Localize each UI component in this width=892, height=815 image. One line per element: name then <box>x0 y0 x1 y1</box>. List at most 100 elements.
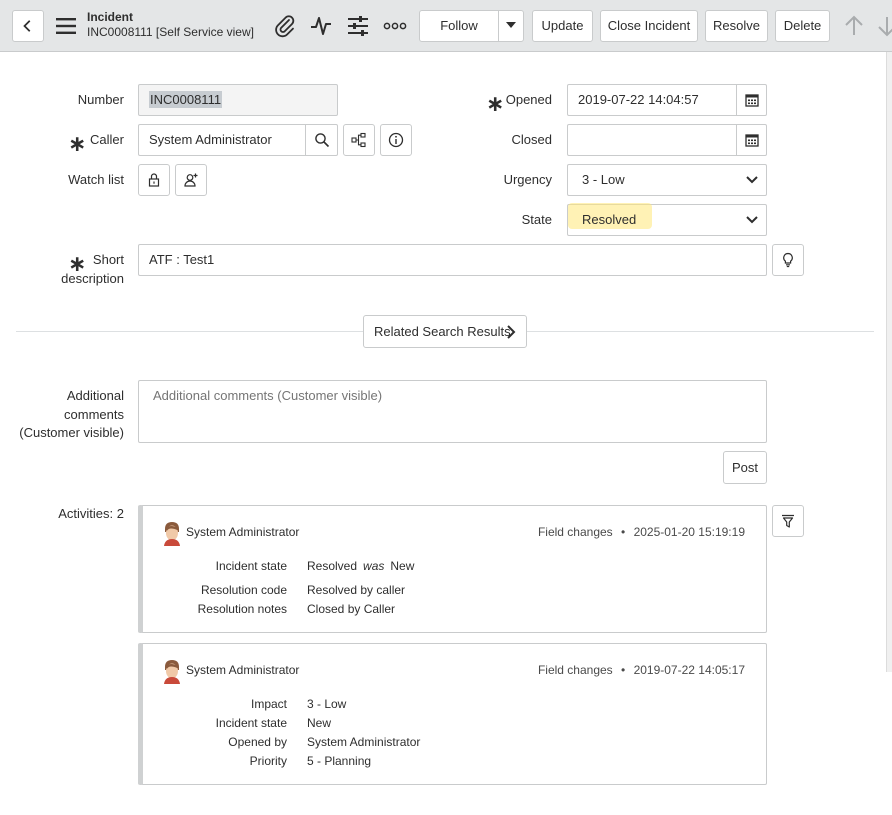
change-label: Priority <box>249 754 287 768</box>
follow-button[interactable]: Follow <box>419 10 499 42</box>
change-new-value: Resolved <box>307 559 358 573</box>
state-label: State <box>521 212 552 227</box>
record-title: INC0008111 [Self Service view] <box>87 25 254 39</box>
caller-label: Caller <box>90 132 124 147</box>
change-was-word: was <box>363 559 385 573</box>
change-label: Incident state <box>215 716 287 730</box>
close-incident-button[interactable]: Close Incident <box>600 10 698 42</box>
chevron-down-icon <box>746 176 758 184</box>
activity-icon <box>311 17 331 35</box>
follow-dropdown-button[interactable] <box>498 10 524 42</box>
activity-card: System Administrator Field changes • 202… <box>138 505 767 633</box>
post-button[interactable]: Post <box>723 451 767 484</box>
scrollbar[interactable] <box>886 52 892 672</box>
filter-icon <box>782 514 794 528</box>
activity-author: System Administrator <box>186 663 300 677</box>
hierarchy-icon <box>351 132 366 148</box>
activity-separator: • <box>621 525 626 539</box>
change-value: Closed by Caller <box>307 602 396 616</box>
avatar <box>161 658 183 684</box>
urgency-label: Urgency <box>503 172 552 187</box>
watch-list-add-me-button[interactable] <box>175 164 207 196</box>
activity-timestamp: 2025-01-20 15:19:19 <box>633 525 745 539</box>
short-description-label-line1: Short <box>92 252 124 267</box>
additional-comments-label-line2: comments <box>64 407 124 422</box>
attachment-button[interactable] <box>272 13 298 39</box>
short-description-field[interactable]: ATF : Test1 <box>138 244 767 276</box>
urgency-select[interactable]: 3 - Low <box>567 164 767 196</box>
change-value: 3 - Low <box>307 697 347 711</box>
calendar-icon <box>744 94 759 107</box>
short-description-label-line2: description <box>61 271 124 286</box>
additional-comments-label-line1: Additional <box>66 388 124 403</box>
change-value: Resolved was New <box>307 559 414 573</box>
resolve-button[interactable]: Resolve <box>705 10 768 42</box>
number-value: INC0008111 <box>149 91 223 108</box>
change-value: 5 - Planning <box>307 754 372 768</box>
activity-type: Field changes <box>537 525 613 539</box>
closed-field[interactable] <box>567 124 737 156</box>
more-icon <box>383 22 407 30</box>
urgency-value: 3 - Low <box>582 172 625 187</box>
attachment-icon <box>275 15 295 38</box>
activity-separator: • <box>621 663 626 677</box>
back-button[interactable] <box>12 10 44 42</box>
caller-field[interactable]: System Administrator <box>138 124 306 156</box>
closed-label: Closed <box>511 132 552 147</box>
number-field[interactable]: INC0008111 <box>138 84 338 116</box>
change-value: New <box>307 716 332 730</box>
previous-record-button[interactable] <box>841 13 867 39</box>
delete-button[interactable]: Delete <box>775 10 830 42</box>
state-value: Resolved <box>582 212 637 227</box>
chevron-down-icon <box>506 22 516 28</box>
search-icon <box>314 133 329 148</box>
change-label: Resolution code <box>200 583 287 597</box>
lock-icon <box>148 173 160 187</box>
next-record-button[interactable] <box>874 13 892 39</box>
change-label: Resolution notes <box>197 602 287 616</box>
opened-label: Opened <box>505 92 552 107</box>
arrow-down-icon <box>878 17 892 37</box>
chevron-right-icon <box>507 325 516 339</box>
change-label: Incident state <box>215 559 287 573</box>
related-search-results-label: Related Search Results <box>374 324 511 339</box>
opened-calendar-button[interactable] <box>736 84 767 116</box>
change-label: Impact <box>250 697 287 711</box>
lightbulb-icon <box>783 252 793 268</box>
record-type-title: Incident <box>87 10 134 24</box>
activity-meta: Field changes • 2025-01-20 15:19:19 <box>538 525 745 539</box>
chevron-down-icon <box>746 216 758 224</box>
opened-field[interactable]: 2019-07-22 14:04:57 <box>567 84 737 116</box>
activity-type: Field changes <box>537 663 613 677</box>
settings-icon <box>348 16 368 36</box>
back-icon <box>23 20 31 32</box>
change-value: Resolved by caller <box>307 583 406 597</box>
additional-comments-label-line3: (Customer visible) <box>19 425 124 440</box>
calendar-icon <box>744 134 759 147</box>
watch-list-label: Watch list <box>68 172 124 187</box>
activity-author: System Administrator <box>186 525 300 539</box>
menu-icon <box>56 18 76 34</box>
info-icon <box>388 132 404 148</box>
related-search-results-button[interactable]: Related Search Results <box>363 315 527 348</box>
activity-filter-button[interactable] <box>772 505 804 537</box>
activity-timestamp: 2019-07-22 14:05:17 <box>633 663 745 677</box>
change-old-value: New <box>390 559 415 573</box>
closed-calendar-button[interactable] <box>736 124 767 156</box>
additional-comments-textarea[interactable] <box>138 380 767 443</box>
avatar <box>161 520 183 546</box>
personalize-form-button[interactable] <box>345 13 371 39</box>
activity-stream-button[interactable] <box>308 13 334 39</box>
watch-list-unlock-button[interactable] <box>138 164 170 196</box>
caller-lookup-button[interactable] <box>305 124 338 156</box>
update-button[interactable]: Update <box>532 10 593 42</box>
caller-hierarchy-button[interactable] <box>343 124 375 156</box>
activity-meta: Field changes • 2019-07-22 14:05:17 <box>538 663 745 677</box>
menu-button[interactable] <box>55 16 77 36</box>
more-options-button[interactable] <box>382 13 408 39</box>
short-description-suggestion-button[interactable] <box>772 244 804 276</box>
add-user-icon <box>184 173 198 187</box>
activity-card: System Administrator Field changes • 201… <box>138 643 767 785</box>
change-label: Opened by <box>228 735 287 749</box>
caller-info-button[interactable] <box>380 124 412 156</box>
